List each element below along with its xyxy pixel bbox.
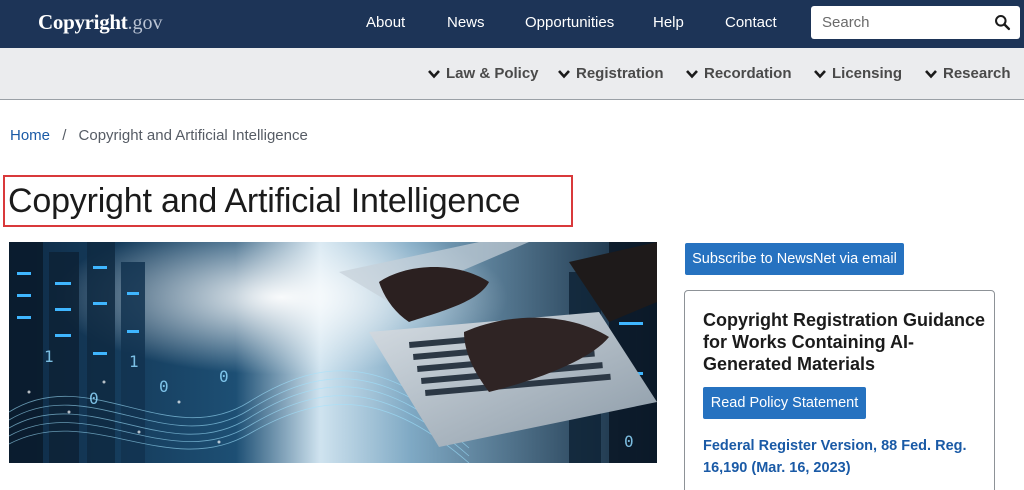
nav-link-opportunities[interactable]: Opportunities <box>525 14 614 31</box>
policy-guidance-card: Copyright Registration Guidance for Work… <box>684 290 995 490</box>
nav-link-contact[interactable]: Contact <box>725 14 777 31</box>
subnav-research[interactable]: Research <box>924 65 1011 82</box>
chevron-down-icon <box>925 69 937 78</box>
chevron-down-icon <box>814 69 826 78</box>
chevron-down-icon <box>428 69 440 78</box>
svg-text:0: 0 <box>159 377 169 396</box>
subnav-registration[interactable]: Registration <box>557 65 664 82</box>
subnav-label: Licensing <box>832 65 903 82</box>
breadcrumb-home-link[interactable]: Home <box>10 127 50 144</box>
search-input[interactable] <box>811 6 991 39</box>
read-policy-statement-button[interactable]: Read Policy Statement <box>703 387 866 419</box>
hero-image-ai-laptop: 010 100 10 <box>9 242 657 463</box>
nav-link-help[interactable]: Help <box>653 14 684 31</box>
top-navbar: Copyright .gov About News Opportunities … <box>0 0 1024 48</box>
nav-link-about[interactable]: About <box>366 14 405 31</box>
breadcrumb: Home / Copyright and Artificial Intellig… <box>10 127 308 144</box>
secondary-navbar: Law & Policy Registration Recordation Li… <box>0 48 1024 100</box>
federal-register-link[interactable]: Federal Register Version, 88 Fed. Reg. 1… <box>703 435 988 479</box>
breadcrumb-current: Copyright and Artificial Intelligence <box>78 127 308 144</box>
subscribe-newsnet-button[interactable]: Subscribe to NewsNet via email <box>685 243 904 275</box>
page-title: Copyright and Artificial Intelligence <box>8 182 521 220</box>
svg-text:0: 0 <box>219 367 229 386</box>
svg-text:1: 1 <box>44 347 54 366</box>
hero-illustration: 010 100 10 <box>9 242 657 463</box>
subnav-law-policy[interactable]: Law & Policy <box>427 65 539 82</box>
subnav-licensing[interactable]: Licensing <box>813 65 902 82</box>
search-box <box>811 6 1020 39</box>
chevron-down-icon <box>686 69 698 78</box>
logo-main-text: Copyright <box>38 10 128 34</box>
subnav-label: Law & Policy <box>446 65 539 82</box>
svg-text:0: 0 <box>89 389 99 408</box>
subnav-recordation[interactable]: Recordation <box>685 65 792 82</box>
logo-ext-text: .gov <box>127 12 163 34</box>
svg-text:0: 0 <box>624 432 634 451</box>
nav-link-news[interactable]: News <box>447 14 485 31</box>
search-icon[interactable] <box>994 14 1011 31</box>
subnav-label: Recordation <box>704 65 792 82</box>
copyright-gov-logo[interactable]: Copyright .gov <box>38 10 162 36</box>
breadcrumb-separator: / <box>62 127 67 144</box>
card-heading: Copyright Registration Guidance for Work… <box>703 310 986 374</box>
svg-text:1: 1 <box>129 352 139 371</box>
chevron-down-icon <box>558 69 570 78</box>
subnav-label: Registration <box>576 65 664 82</box>
subnav-label: Research <box>943 65 1011 82</box>
